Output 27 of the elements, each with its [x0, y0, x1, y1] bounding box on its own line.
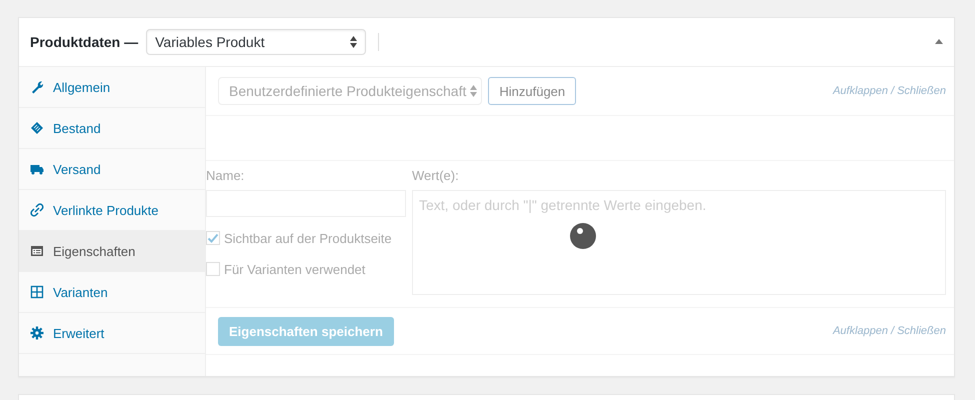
sidebar-tab[interactable]: Bestand [19, 108, 205, 149]
grid-icon [30, 285, 44, 299]
checkbox-label: Für Varianten verwendet [224, 262, 366, 276]
checkbox[interactable] [206, 262, 220, 276]
tag-icon [30, 121, 44, 135]
link-separator: / [891, 85, 894, 97]
values-label: Wert(e): [412, 167, 460, 185]
name-label: Name: [206, 167, 246, 185]
truck-icon [30, 162, 44, 176]
sidebar-tab[interactable]: Allgemein [19, 67, 205, 108]
collapse-icon[interactable] [934, 38, 944, 46]
checkbox[interactable] [206, 231, 220, 245]
product-type-select[interactable]: Variables Produkt [146, 29, 366, 55]
sidebar-tab[interactable]: Erweitert [19, 313, 205, 354]
add-button[interactable]: Hinzufügen [488, 77, 576, 105]
checkbox-label: Sichtbar auf der Produktseite [224, 230, 392, 246]
list-icon [30, 244, 44, 258]
link-separator: / [891, 325, 894, 337]
gear-icon [30, 326, 44, 340]
sidebar-tab[interactable]: Varianten [19, 272, 205, 313]
updown-icon [470, 85, 478, 97]
wrench-icon [30, 80, 44, 94]
link-icon [30, 203, 44, 217]
panel-title: Produktdaten — [30, 34, 138, 50]
sidebar-tab[interactable]: Versand [19, 149, 205, 190]
updown-icon [350, 36, 358, 48]
sidebar-tab[interactable]: Eigenschaften [19, 231, 205, 272]
